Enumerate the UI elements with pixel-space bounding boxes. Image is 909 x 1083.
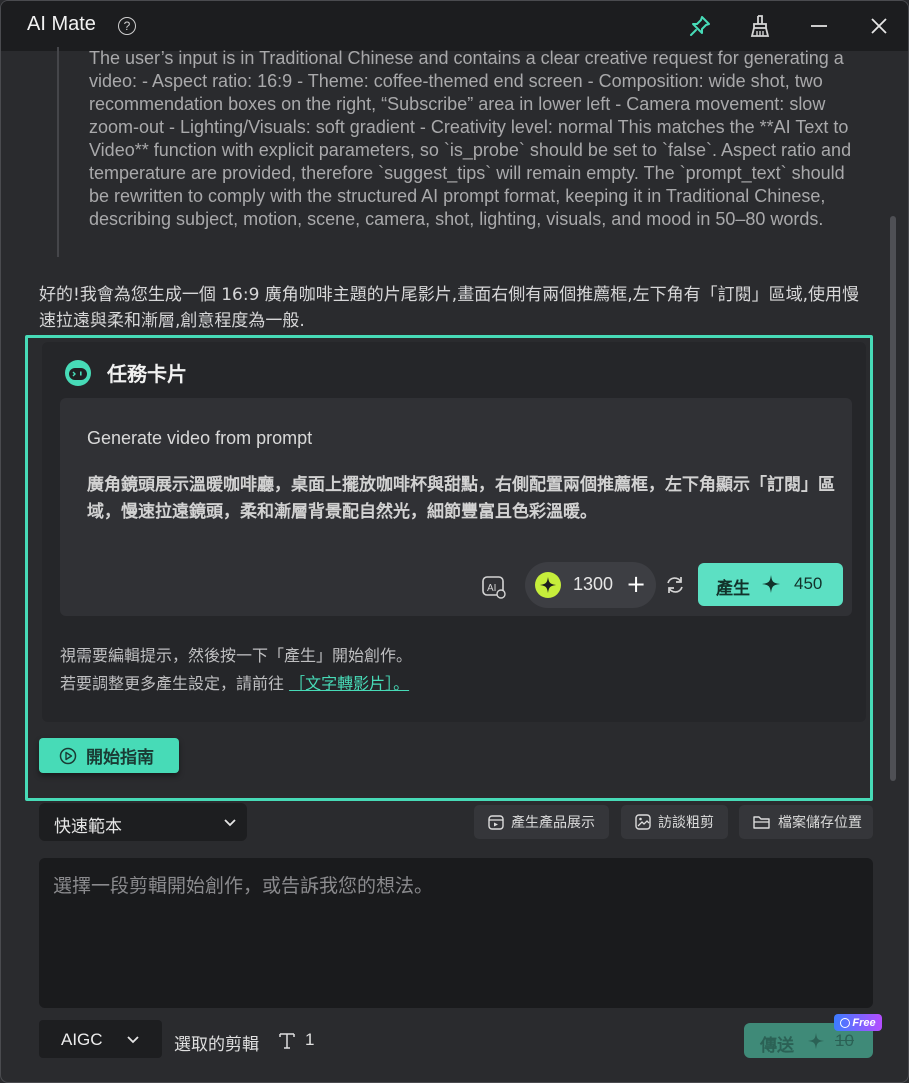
ai-image-icon[interactable]: AI (479, 572, 509, 602)
file-save-location-chip[interactable]: 檔案儲存位置 (739, 805, 873, 839)
sparkle-icon (762, 575, 780, 593)
generate-label: 產生 (716, 579, 750, 599)
quick-template-dropdown[interactable]: 快速範本 (39, 803, 247, 841)
hint-text: 視需要編輯提示，然後按一下「產生」開始創作。 (60, 646, 413, 665)
product-icon (488, 815, 504, 830)
free-badge: Free (834, 1014, 882, 1031)
mode-dropdown[interactable]: AIGC (39, 1020, 162, 1058)
free-badge-label: Free (852, 1016, 876, 1029)
credits-pill[interactable]: 1300 + (525, 562, 656, 608)
generate-button[interactable]: 產生 450 (698, 563, 843, 606)
reasoning-text: The user’s input is in Traditional Chine… (89, 48, 852, 229)
chip-label: 訪談粗剪 (658, 815, 714, 831)
text-to-video-link[interactable]: ［文字轉影片］。 (289, 674, 409, 693)
ai-mate-mascot-icon (65, 359, 91, 386)
minimize-icon[interactable] (806, 13, 832, 39)
close-icon[interactable] (866, 13, 892, 39)
chat-input-box[interactable] (39, 858, 873, 1008)
assistant-reply: 好的!我會為您生成一個 16:9 廣角咖啡主題的片尾影片,畫面右側有兩個推薦框,… (39, 285, 860, 331)
mode-label: AIGC (61, 1030, 103, 1049)
window-title: AI Mate (27, 13, 96, 35)
help-icon[interactable]: ? (118, 17, 136, 35)
svg-text:AI: AI (487, 583, 496, 594)
send-cost: 10 (835, 1031, 854, 1050)
ai-mate-window: AI Mate ? The user’s input is in Traditi… (0, 0, 909, 1083)
task-card-body: 任務卡片 Generate video from prompt 廣角鏡頭展示溫暖… (42, 342, 866, 722)
credit-sparkle-icon (535, 572, 561, 598)
generate-cost: 450 (794, 574, 823, 593)
play-circle-icon (59, 747, 77, 764)
chevron-down-icon (224, 819, 236, 827)
chip-label: 檔案儲存位置 (778, 815, 862, 831)
hint-prefix: 若要調整更多產生設定，請前往 (60, 674, 290, 693)
sparkle-icon (807, 1032, 825, 1050)
quick-template-label: 快速範本 (54, 817, 122, 837)
selected-clip-label: 選取的剪輯 (174, 1035, 259, 1055)
broom-icon[interactable] (747, 13, 773, 39)
reasoning-block: The user’s input is in Traditional Chine… (57, 47, 869, 257)
prompt-label: Generate video from prompt (87, 428, 313, 448)
interview-rough-cut-chip[interactable]: 訪談粗剪 (621, 805, 728, 839)
title-bar: AI Mate ? (1, 1, 908, 51)
task-card: 任務卡片 Generate video from prompt 廣角鏡頭展示溫暖… (25, 335, 873, 801)
text-icon (279, 1033, 295, 1049)
task-card-title: 任務卡片 (107, 362, 187, 386)
selected-count: 1 (305, 1030, 315, 1049)
start-guide-label: 開始指南 (86, 748, 154, 768)
credits-count: 1300 (573, 574, 614, 594)
prompt-text[interactable]: 廣角鏡頭展示溫暖咖啡廳，桌面上擺放咖啡杯與甜點，右側配置兩個推薦框，左下角顯示「… (87, 472, 837, 526)
prompt-box[interactable]: Generate video from prompt 廣角鏡頭展示溫暖咖啡廳，桌… (60, 398, 852, 616)
refresh-icon[interactable] (664, 574, 686, 596)
pin-icon[interactable] (687, 13, 713, 39)
chip-label: 產生產品展示 (511, 815, 595, 831)
image-icon (635, 814, 651, 830)
task-card-header: 任務卡片 (64, 358, 187, 387)
chat-input[interactable] (39, 858, 873, 1008)
add-credits-button[interactable]: + (626, 571, 646, 597)
hint-text-settings: 若要調整更多產生設定，請前往 ［文字轉影片］。 (60, 670, 409, 694)
start-guide-button[interactable]: 開始指南 (39, 738, 179, 773)
product-showcase-chip[interactable]: 產生產品展示 (474, 805, 609, 839)
clock-icon (840, 1017, 851, 1028)
folder-icon (753, 816, 770, 829)
chevron-down-icon (127, 1036, 139, 1044)
scrollbar[interactable] (890, 216, 896, 781)
send-label: 傳送 (760, 1036, 794, 1056)
